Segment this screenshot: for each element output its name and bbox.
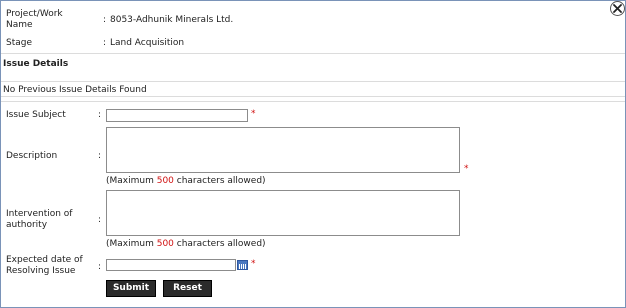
issue-subject-input[interactable] (106, 109, 248, 122)
stage-value: Land Acquisition (110, 38, 185, 48)
project-info: Project/Work Name : 8053-Adhunik Mineral… (1, 5, 625, 54)
expected-date-input[interactable] (106, 259, 236, 271)
project-name-value: 8053-Adhunik Minerals Ltd. (110, 15, 234, 25)
required-mark: * (251, 109, 256, 119)
description-textarea[interactable] (106, 127, 460, 173)
required-mark: * (464, 164, 469, 174)
section-title: Issue Details (3, 59, 69, 69)
colon: : (98, 262, 102, 272)
issue-dialog: Project/Work Name : 8053-Adhunik Mineral… (0, 0, 626, 308)
intervention-textarea[interactable] (106, 190, 460, 236)
issue-subject-label: Issue Subject (6, 110, 66, 120)
colon: : (103, 38, 107, 48)
hint-prefix: (Maximum (106, 176, 157, 186)
colon: : (98, 110, 102, 120)
expected-date-label: Expected date of Resolving Issue (6, 255, 83, 276)
intervention-label: Intervention of authority (6, 209, 73, 230)
issue-form: Issue Subject : * Description : * (Maxim… (1, 101, 625, 308)
hint-suffix: characters allowed) (173, 176, 266, 186)
colon: : (98, 215, 102, 225)
intervention-char-limit-hint: (Maximum 500 characters allowed) (106, 239, 266, 249)
colon: : (103, 15, 107, 25)
submit-button[interactable]: Submit (106, 280, 156, 297)
hint-suffix: characters allowed) (173, 239, 266, 249)
stage-label: Stage (6, 38, 33, 48)
project-name-label: Project/Work Name (6, 9, 63, 30)
hint-prefix: (Maximum (106, 239, 157, 249)
reset-button[interactable]: Reset (163, 280, 212, 297)
colon: : (98, 151, 102, 161)
hint-limit: 500 (156, 239, 174, 249)
calendar-icon[interactable] (237, 260, 248, 270)
hint-limit: 500 (156, 176, 174, 186)
required-mark: * (251, 259, 256, 269)
description-label: Description (6, 151, 58, 161)
no-issues-notice: No Previous Issue Details Found (1, 81, 625, 97)
description-char-limit-hint: (Maximum 500 characters allowed) (106, 176, 266, 186)
